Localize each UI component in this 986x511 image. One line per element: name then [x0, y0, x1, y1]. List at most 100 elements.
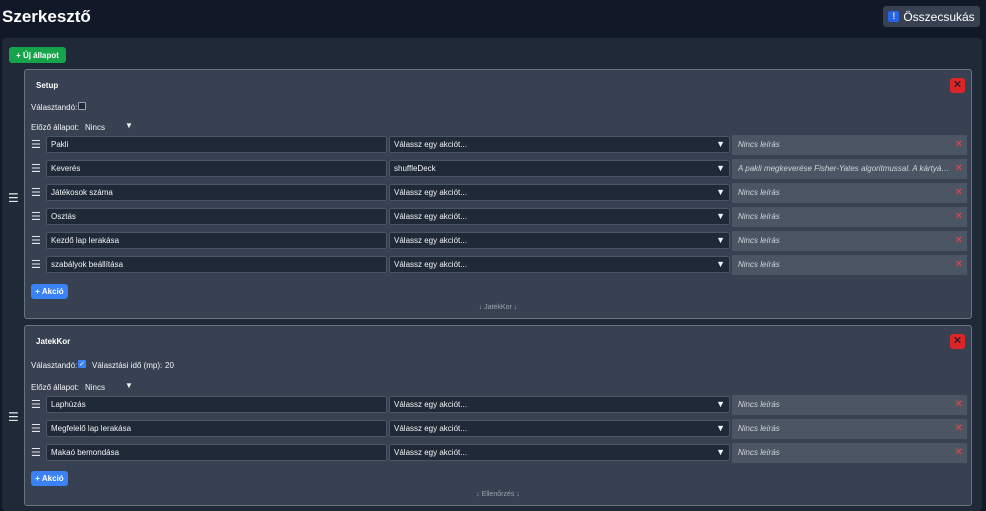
drag-handle-icon[interactable]: ☰: [31, 138, 42, 151]
action-select[interactable]: Válassz egy akciót... ▼: [389, 136, 730, 153]
collapse-button[interactable]: ! Összecsukás: [883, 6, 980, 27]
action-description-text: Nincs leírás: [738, 260, 780, 269]
action-select-value: shuffleDeck: [394, 164, 436, 173]
drag-handle-icon[interactable]: ☰: [31, 398, 42, 411]
action-name-input[interactable]: Kezdő lap lerakása: [46, 232, 387, 249]
action-select[interactable]: Válassz egy akciót... ▼: [389, 256, 730, 273]
action-select-value: Válassz egy akciót...: [394, 448, 467, 457]
add-state-button[interactable]: + Új állapot: [9, 47, 66, 63]
action-description-text: Nincs leírás: [738, 424, 780, 433]
chevron-down-icon: ▼: [716, 139, 725, 149]
chevron-down-icon: ▼: [716, 163, 725, 173]
previous-state-label: Előző állapot:: [31, 123, 80, 132]
action-description: Nincs leírás ✕: [732, 255, 967, 275]
state-name: Setup: [36, 81, 59, 90]
action-name-input[interactable]: szabályok beállítása: [46, 256, 387, 273]
delete-action-icon[interactable]: ✕: [955, 187, 963, 198]
action-description: Nincs leírás ✕: [732, 419, 967, 439]
drag-handle-icon[interactable]: ☰: [31, 234, 42, 247]
action-row: ☰ Játékosok száma Válassz egy akciót... ▼…: [31, 183, 967, 203]
action-description-text: Nincs leírás: [738, 400, 780, 409]
delete-action-icon[interactable]: ✕: [955, 399, 963, 410]
action-description-text: Nincs leírás: [738, 448, 780, 457]
action-row: ☰ Keverés shuffleDeck ▼ A pakli megkeveré…: [31, 159, 967, 179]
action-select-value: Válassz egy akciót...: [394, 400, 467, 409]
selectable-label: Választandó:: [31, 103, 78, 112]
drag-handle-icon[interactable]: ☰: [31, 422, 42, 435]
next-state-label: ↓ JatekKor ↓: [478, 304, 518, 311]
action-description: Nincs leírás ✕: [732, 395, 967, 415]
selectable-checkbox[interactable]: [78, 102, 86, 110]
chevron-down-icon: ▼: [716, 235, 725, 245]
page-title: Szerkesztő: [2, 7, 91, 26]
drag-handle-icon[interactable]: ☰: [31, 258, 42, 271]
chevron-down-icon[interactable]: ▼: [125, 381, 133, 390]
previous-state-select[interactable]: Nincs: [85, 383, 105, 392]
action-description: Nincs leírás ✕: [732, 443, 967, 463]
action-description-text: Nincs leírás: [738, 140, 780, 149]
action-row: ☰ Osztás Válassz egy akciót... ▼ Nincs le…: [31, 207, 967, 227]
chevron-down-icon: ▼: [716, 423, 725, 433]
action-select[interactable]: Válassz egy akciót... ▼: [389, 420, 730, 437]
action-select[interactable]: Válassz egy akciót... ▼: [389, 232, 730, 249]
action-description: Nincs leírás ✕: [732, 231, 967, 251]
action-name-input[interactable]: Játékosok száma: [46, 184, 387, 201]
action-description-text: Nincs leírás: [738, 212, 780, 221]
action-name-input[interactable]: Osztás: [46, 208, 387, 225]
action-name-input[interactable]: Pakli: [46, 136, 387, 153]
chevron-down-icon: ▼: [716, 187, 725, 197]
delete-action-icon[interactable]: ✕: [955, 235, 963, 246]
action-name-input[interactable]: Makaó bemondása: [46, 444, 387, 461]
action-select[interactable]: Válassz egy akciót... ▼: [389, 396, 730, 413]
previous-state-label: Előző állapot:: [31, 383, 80, 392]
previous-state-select[interactable]: Nincs: [85, 123, 105, 132]
delete-action-icon[interactable]: ✕: [955, 163, 963, 174]
collapse-label: Összecsukás: [903, 9, 975, 24]
action-row: ☰ szabályok beállítása Válassz egy akció…: [31, 255, 967, 275]
action-select-value: Válassz egy akciót...: [394, 140, 467, 149]
selectable-checkbox[interactable]: ✓: [78, 360, 86, 368]
action-select[interactable]: Válassz egy akciót... ▼: [389, 184, 730, 201]
action-name-input[interactable]: Laphúzás: [46, 396, 387, 413]
delete-action-icon[interactable]: ✕: [955, 139, 963, 150]
action-select-value: Válassz egy akciót...: [394, 212, 467, 221]
action-description-text: Nincs leírás: [738, 188, 780, 197]
action-name-input[interactable]: Keverés: [46, 160, 387, 177]
action-description: Nincs leírás ✕: [732, 135, 967, 155]
chevron-down-icon: ▼: [716, 211, 725, 221]
delete-state-icon[interactable]: ✕: [950, 78, 965, 93]
drag-handle-icon[interactable]: ☰: [31, 210, 42, 223]
action-description: A pakli megkeverése Fisher-Yates algorit…: [732, 159, 967, 179]
state-name: JatekKor: [36, 337, 71, 346]
info-icon: !: [888, 11, 900, 22]
action-select[interactable]: Válassz egy akciót... ▼: [389, 208, 730, 225]
state-card-setup: Setup ✕ Választandó: Előző állapot: Ninc…: [24, 69, 972, 319]
delete-action-icon[interactable]: ✕: [955, 423, 963, 434]
action-description: Nincs leírás ✕: [732, 207, 967, 227]
action-row: ☰ Makaó bemondása Válassz egy akciót... ▼…: [31, 443, 967, 463]
drag-handle-icon[interactable]: ☰: [31, 162, 42, 175]
delete-action-icon[interactable]: ✕: [955, 211, 963, 222]
add-action-button[interactable]: + Akció: [31, 284, 68, 299]
choice-time-input[interactable]: 20: [165, 361, 174, 370]
action-select[interactable]: Válassz egy akciót... ▼: [389, 444, 730, 461]
action-row: ☰ Kezdő lap lerakása Válassz egy akciót.…: [31, 231, 967, 251]
action-description: Nincs leírás ✕: [732, 183, 967, 203]
selectable-label: Választandó:: [31, 361, 78, 370]
action-select[interactable]: shuffleDeck ▼: [389, 160, 730, 177]
delete-action-icon[interactable]: ✕: [955, 259, 963, 270]
action-name-input[interactable]: Megfelelő lap lerakása: [46, 420, 387, 437]
state-drag-handle-icon[interactable]: ☰: [8, 410, 20, 424]
drag-handle-icon[interactable]: ☰: [31, 446, 42, 459]
drag-handle-icon[interactable]: ☰: [31, 186, 42, 199]
action-description-text: Nincs leírás: [738, 236, 780, 245]
delete-action-icon[interactable]: ✕: [955, 447, 963, 458]
chevron-down-icon: ▼: [716, 259, 725, 269]
action-description-text: A pakli megkeverése Fisher-Yates algorit…: [738, 164, 950, 173]
action-row: ☰ Megfelelő lap lerakása Válassz egy akc…: [31, 419, 967, 439]
delete-state-icon[interactable]: ✕: [950, 334, 965, 349]
chevron-down-icon[interactable]: ▼: [125, 121, 133, 130]
add-action-button[interactable]: + Akció: [31, 471, 68, 486]
state-drag-handle-icon[interactable]: ☰: [8, 191, 20, 205]
action-select-value: Válassz egy akciót...: [394, 260, 467, 269]
